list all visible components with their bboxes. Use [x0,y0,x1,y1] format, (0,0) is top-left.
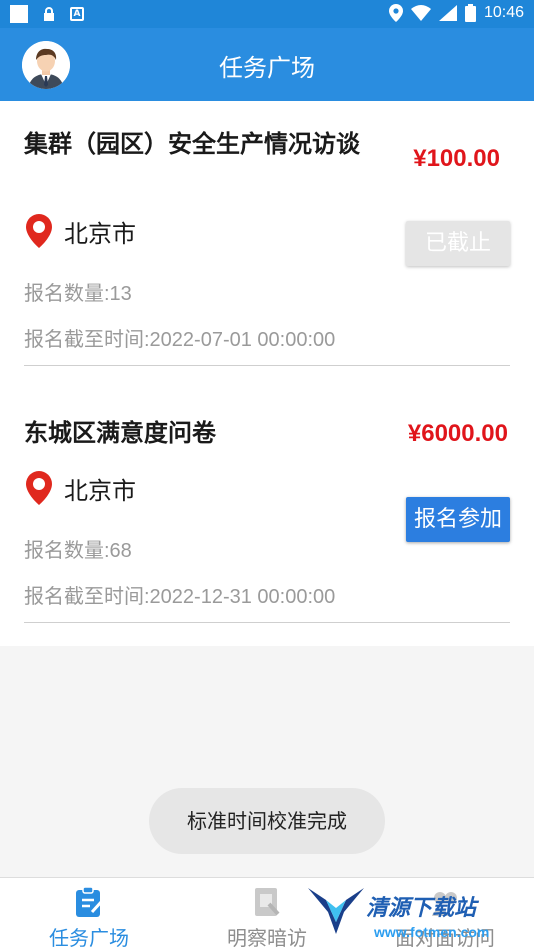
task-price: ¥6000.00 [407,420,508,447]
location-text: 北京市 [64,476,136,505]
tab-task-square[interactable]: 任务广场 [14,886,164,950]
tab-label: 任务广场 [49,926,129,950]
task-title: 东城区满意度问卷 [24,419,216,447]
task-card[interactable]: 东城区满意度问卷 ¥6000.00 北京市 报名参加 报名数量:68 报名截至时… [24,366,510,623]
inspection-icon [255,888,280,916]
task-list: 集群（园区）安全生产情况访谈 ¥100.00 北京市 已截止 报名数量:13 报… [0,101,534,646]
join-button[interactable]: 报名参加 [406,497,510,542]
signup-deadline: 报名截至时间:2022-07-01 00:00:00 [24,329,336,351]
clock: 10:46 [483,4,524,21]
location-status-icon [388,4,403,22]
status-bar: A 10:46 [0,0,534,28]
notification-icon [10,5,28,23]
location-pin-icon [26,214,52,248]
wifi-icon [410,5,431,21]
tab-label: 面对面访问 [395,926,495,950]
signup-deadline: 报名截至时间:2022-12-31 00:00:00 [24,586,336,608]
location-text: 北京市 [64,219,136,248]
task-title: 集群（园区）安全生产情况访谈 [24,130,360,158]
tab-inspection[interactable]: 明察暗访 [192,886,342,950]
closed-button[interactable]: 已截止 [406,221,510,266]
task-square-icon [76,886,104,917]
page-title: 任务广场 [219,54,315,82]
task-location: 北京市 [24,470,136,506]
bottom-tab-bar: 任务广场 明察暗访 面对面访问 [0,877,534,950]
signup-count: 报名数量:13 [24,283,132,305]
task-card[interactable]: 集群（园区）安全生产情况访谈 ¥100.00 北京市 已截止 报名数量:13 报… [24,101,510,366]
battery-icon [464,4,476,22]
lock-notification-icon [44,7,54,21]
signup-count: 报名数量:68 [24,540,132,562]
location-pin-icon [26,471,52,505]
interview-icon [432,892,457,916]
toast-message: 标准时间校准完成 [149,788,385,854]
app-notification-icon: A [70,7,84,21]
signal-icon [438,5,457,21]
app-header: 任务广场 [0,28,534,101]
task-location: 北京市 [24,213,136,249]
tab-label: 明察暗访 [227,926,307,950]
tab-interview[interactable]: 面对面访问 [370,886,520,950]
task-price: ¥100.00 [413,145,500,172]
